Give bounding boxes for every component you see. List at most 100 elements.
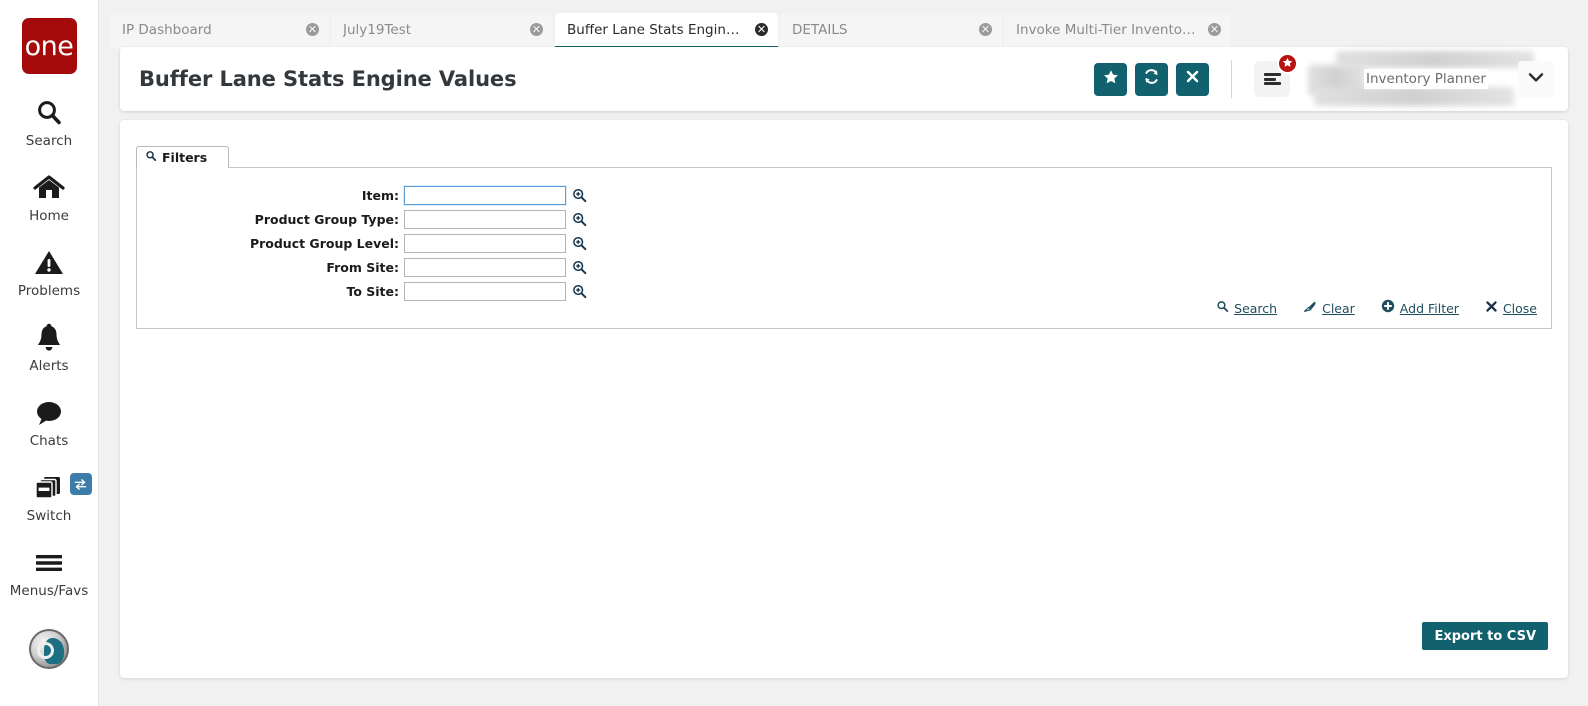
filter-clear-label: Clear (1322, 301, 1355, 316)
filter-row-to-site: To Site: (137, 281, 587, 301)
filters-tab-label: Filters (162, 150, 207, 165)
tab-july19test[interactable]: July19Test ✕ (331, 13, 553, 48)
product-group-level-lookup-zoom-in-icon[interactable] (572, 236, 587, 251)
hamburger-bar (1264, 73, 1281, 76)
hamburger-icon (33, 546, 65, 580)
search-icon (1216, 300, 1229, 318)
from-site-input[interactable] (404, 258, 566, 277)
sidebar-label-problems: Problems (18, 283, 80, 299)
export-to-csv-button[interactable]: Export to CSV (1422, 622, 1548, 650)
tab-close-icon[interactable]: ✕ (530, 23, 543, 36)
tab-label: Buffer Lane Stats Engine Values (567, 22, 745, 38)
item-lookup-zoom-in-icon[interactable] (572, 188, 587, 203)
filter-search-link[interactable]: Search (1216, 300, 1277, 318)
filter-row-from-site: From Site: (137, 257, 587, 277)
home-icon (33, 171, 65, 205)
sidebar-item-home[interactable]: Home (0, 171, 99, 224)
close-x-icon (1485, 300, 1498, 318)
sidebar-item-search[interactable]: Search (0, 96, 99, 149)
search-icon (145, 149, 157, 167)
filter-action-links: Search Clear (1190, 299, 1537, 318)
tab-details[interactable]: DETAILS ✕ (780, 13, 1002, 48)
filter-close-link[interactable]: Close (1485, 300, 1537, 318)
filter-label-from-site: From Site: (137, 260, 404, 275)
application-root: one Search Home (0, 0, 1588, 706)
tab-label: DETAILS (792, 22, 969, 38)
filter-add-filter-label: Add Filter (1400, 301, 1459, 316)
header-divider (1231, 60, 1232, 98)
filter-row-product-group-level: Product Group Level: (137, 233, 587, 253)
product-group-level-input[interactable] (404, 234, 566, 253)
filter-clear-link[interactable]: Clear (1303, 300, 1355, 318)
user-role-label: Inventory Planner (1364, 69, 1488, 89)
filter-row-product-group-type: Product Group Type: (137, 209, 587, 229)
user-menu-dropdown-button[interactable] (1518, 61, 1554, 97)
eraser-icon (1303, 300, 1317, 318)
filter-label-product-group-level: Product Group Level: (137, 236, 404, 251)
filters-tab-strip: Filters (136, 146, 1552, 168)
sidebar-item-alerts[interactable]: Alerts (0, 321, 99, 374)
star-icon (1282, 55, 1293, 73)
star-icon (1103, 69, 1119, 90)
filter-add-filter-link[interactable]: Add Filter (1381, 299, 1459, 318)
main-content-panel: Filters Item: Product Group Type: (120, 120, 1568, 678)
filter-search-label: Search (1234, 301, 1277, 316)
refresh-icon (1143, 68, 1160, 90)
tab-invoke-multi-tier-inventory-plan[interactable]: Invoke Multi-Tier Inventory Plan... ✕ (1004, 13, 1231, 48)
filter-label-item: Item: (137, 188, 404, 203)
hamburger-bar (1264, 82, 1281, 85)
tab-close-icon[interactable]: ✕ (979, 23, 992, 36)
header-action-group: Inventory Planner (1094, 51, 1568, 107)
sidebar-label-home: Home (29, 208, 69, 224)
chat-bubble-icon (33, 396, 65, 430)
to-site-lookup-zoom-in-icon[interactable] (572, 284, 587, 299)
assistant-avatar-icon[interactable] (0, 629, 99, 669)
search-icon (34, 96, 64, 130)
tab-close-icon[interactable]: ✕ (306, 23, 319, 36)
browser-tab-bar: IP Dashboard ✕ July19Test ✕ Buffer Lane … (110, 12, 1344, 48)
product-group-type-input[interactable] (404, 210, 566, 229)
hamburger-bar (1264, 78, 1276, 81)
sidebar-item-switch[interactable]: Switch (0, 471, 99, 524)
sidebar-item-problems[interactable]: Problems (0, 246, 99, 299)
one-network-logo[interactable]: one (22, 18, 77, 74)
sidebar-label-alerts: Alerts (29, 358, 68, 374)
user-account-area[interactable]: Inventory Planner (1306, 51, 1554, 107)
refresh-button[interactable] (1135, 63, 1168, 96)
warning-triangle-icon (34, 246, 64, 280)
sidebar-label-chats: Chats (30, 433, 69, 449)
favorite-button[interactable] (1094, 63, 1127, 96)
tab-label: Invoke Multi-Tier Inventory Plan... (1016, 22, 1198, 38)
avatar[interactable] (29, 629, 69, 669)
to-site-input[interactable] (404, 282, 566, 301)
tab-close-icon[interactable]: ✕ (755, 23, 768, 36)
bell-icon (35, 321, 63, 355)
from-site-lookup-zoom-in-icon[interactable] (572, 260, 587, 275)
left-sidebar: one Search Home (0, 0, 99, 706)
page-header: Buffer Lane Stats Engine Values (120, 47, 1568, 111)
sidebar-label-switch: Switch (27, 508, 72, 524)
redacted-user-detail (1314, 87, 1514, 106)
filter-label-product-group-type: Product Group Type: (137, 212, 404, 227)
tab-label: IP Dashboard (122, 22, 296, 38)
swap-arrows-icon[interactable] (70, 473, 92, 495)
close-x-icon (1185, 69, 1200, 89)
tab-close-icon[interactable]: ✕ (1208, 23, 1221, 36)
product-group-type-lookup-zoom-in-icon[interactable] (572, 212, 587, 227)
tab-buffer-lane-stats-engine-values[interactable]: Buffer Lane Stats Engine Values ✕ (555, 13, 778, 48)
sidebar-label-menus-favs: Menus/Favs (10, 583, 88, 599)
app-menu-button[interactable] (1254, 61, 1290, 97)
filter-row-item: Item: (137, 185, 587, 205)
item-input[interactable] (404, 186, 566, 205)
menu-favorites-badge (1277, 53, 1298, 74)
plus-circle-icon (1381, 299, 1395, 318)
sidebar-item-chats[interactable]: Chats (0, 396, 99, 449)
tab-label: July19Test (343, 22, 520, 38)
tab-ip-dashboard[interactable]: IP Dashboard ✕ (110, 13, 329, 48)
filters-panel: Item: Product Group Type: (136, 167, 1552, 329)
page-title: Buffer Lane Stats Engine Values (139, 67, 516, 91)
tab-filters[interactable]: Filters (136, 146, 229, 168)
close-button[interactable] (1176, 63, 1209, 96)
sidebar-item-menus-favs[interactable]: Menus/Favs (0, 546, 99, 599)
sidebar-label-search: Search (26, 133, 72, 149)
